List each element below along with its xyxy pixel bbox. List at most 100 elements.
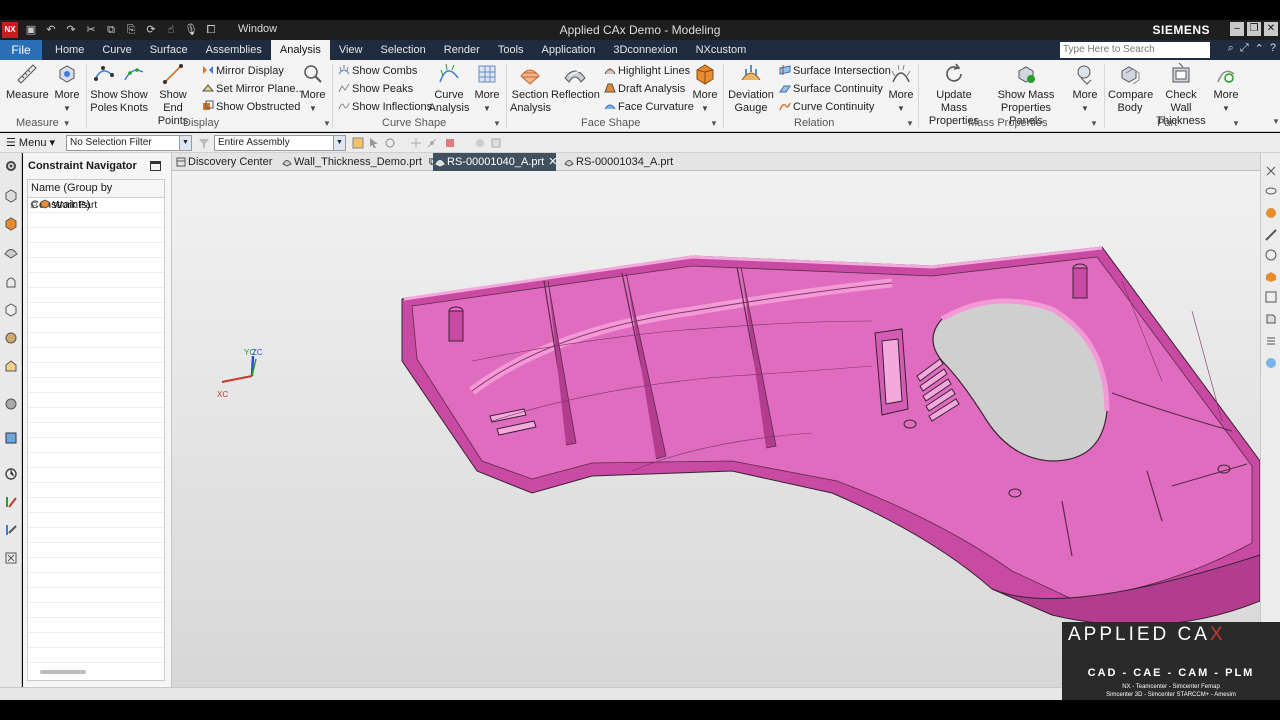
tab-3dconnexion[interactable]: 3Dconnexion — [604, 40, 686, 60]
group-part-dropdown[interactable]: ▼ — [1228, 117, 1240, 129]
system-scenes-icon[interactable] — [4, 467, 18, 481]
group-measure[interactable]: Measure ▼ — [16, 117, 71, 129]
display-more-button[interactable]: More ▼ — [298, 62, 328, 115]
relation-more-button[interactable]: More ▼ — [886, 62, 916, 115]
navigator-column-header[interactable]: Name (Group by Constraints) — [28, 180, 164, 211]
reflection-button[interactable]: Reflection — [551, 62, 600, 102]
menu-button[interactable]: ☰ Menu ▾ — [6, 136, 55, 149]
palette-icon[interactable] — [4, 495, 18, 509]
cut-icon[interactable]: ✂ — [84, 23, 98, 37]
save-icon[interactable]: ▣ — [24, 23, 38, 37]
microphone-icon[interactable]: 🎙 — [184, 23, 198, 37]
draft-analysis-button[interactable]: Draft Analysis — [604, 80, 685, 98]
nx-logo-icon[interactable]: NX — [2, 22, 18, 38]
constraint-navigator-icon[interactable] — [4, 217, 18, 231]
roles-icon[interactable] — [4, 431, 18, 445]
reflection-view-icon[interactable] — [1265, 357, 1277, 369]
group-curve-shape-dropdown[interactable]: ▼ — [489, 117, 501, 129]
tab-discovery-center[interactable]: Discovery Center — [174, 153, 272, 171]
tab-surface[interactable]: Surface — [141, 40, 197, 60]
compare-body-button[interactable]: Compare Body — [1108, 62, 1153, 115]
view-settings-icon[interactable] — [490, 137, 502, 149]
filter-icon[interactable] — [198, 137, 210, 149]
measure-more-button[interactable]: More ▼ — [52, 62, 82, 115]
show-hide-icon[interactable] — [474, 137, 486, 149]
shaded-icon[interactable] — [1265, 207, 1277, 219]
group-curve-shape[interactable]: Curve Shape — [382, 117, 446, 129]
expand-toggle-icon[interactable]: ⊟ — [30, 200, 40, 210]
tab-assemblies[interactable]: Assemblies — [197, 40, 271, 60]
assembly-navigator-icon[interactable] — [4, 189, 18, 203]
curve-shape-more-button[interactable]: More ▼ — [472, 62, 502, 115]
select-icon[interactable] — [368, 137, 380, 149]
tab-rs-00001040[interactable]: RS-00001040_A.prt ✕ — [433, 153, 557, 171]
group-mass-dropdown[interactable]: ▼ — [1086, 117, 1098, 129]
restore-button[interactable]: ❐ — [1247, 22, 1261, 36]
selection-scope-dropdown[interactable]: Entire Assembly ▼ — [214, 135, 346, 151]
settings-icon[interactable] — [4, 159, 18, 173]
navigator-scrollbar[interactable] — [40, 670, 86, 674]
tab-tools[interactable]: Tools — [489, 40, 533, 60]
tab-wall-thickness-demo[interactable]: Wall_Thickness_Demo.prt ⧉ — [280, 153, 437, 171]
minimize-button[interactable]: – — [1230, 22, 1244, 36]
section-analysis-button[interactable]: Section Analysis — [510, 62, 551, 115]
analysis-tools-icon[interactable] — [4, 523, 18, 537]
hide-icon[interactable] — [1265, 185, 1277, 197]
face-shape-more-button[interactable]: More ▼ — [690, 62, 720, 115]
group-relation[interactable]: Relation — [794, 117, 834, 129]
tab-view[interactable]: View — [330, 40, 372, 60]
selection-priority-icon[interactable] — [444, 137, 456, 149]
show-peaks-button[interactable]: Show Peaks — [338, 80, 413, 98]
part-navigator-icon[interactable] — [4, 245, 18, 259]
point-snap-icon[interactable] — [426, 137, 438, 149]
close-button[interactable]: ✕ — [1264, 22, 1278, 36]
undo-icon[interactable]: ↶ — [44, 23, 58, 37]
snap-options-icon[interactable] — [410, 137, 422, 149]
tab-home[interactable]: Home — [46, 40, 93, 60]
help-icon[interactable]: ? — [1270, 42, 1276, 55]
tab-analysis[interactable]: Analysis — [270, 40, 330, 60]
mirror-display-button[interactable]: Mirror Display — [202, 62, 284, 80]
show-poles-button[interactable]: Show Poles — [88, 62, 120, 115]
measure-tool-icon[interactable] — [1265, 229, 1277, 241]
show-inflections-button[interactable]: Show Inflections — [338, 98, 432, 116]
surface-continuity-button[interactable]: Surface Continuity — [779, 80, 883, 98]
process-studio-icon[interactable] — [4, 397, 18, 411]
deviation-gauge-button[interactable]: Deviation Gauge — [727, 62, 775, 115]
repeat-command-icon[interactable]: ⟳ — [144, 23, 158, 37]
properties-icon[interactable] — [1265, 335, 1277, 347]
graphics-window[interactable]: YC ZC XC — [172, 171, 1260, 687]
group-display[interactable]: Display — [183, 117, 219, 129]
file-menu-button[interactable]: File — [0, 40, 42, 60]
group-face-shape[interactable]: Face Shape — [581, 117, 640, 129]
pin-panel-icon[interactable] — [150, 161, 161, 171]
curve-analysis-button[interactable]: Curve Analysis — [428, 62, 470, 115]
show-knots-button[interactable]: Show Knots — [119, 62, 149, 115]
tab-nxcustom[interactable]: NXcustom — [687, 40, 756, 60]
tab-curve[interactable]: Curve — [93, 40, 140, 60]
window-menu[interactable]: Window — [238, 23, 277, 35]
close-tab-icon[interactable]: ✕ — [548, 156, 557, 168]
group-face-shape-dropdown[interactable]: ▼ — [706, 117, 718, 129]
snap-view-icon[interactable] — [1265, 165, 1277, 177]
cursor-location-icon[interactable] — [384, 137, 396, 149]
measure-button[interactable]: Measure — [6, 62, 49, 102]
set-mirror-plane-button[interactable]: Set Mirror Plane... — [202, 80, 305, 98]
material-icon[interactable] — [1265, 271, 1277, 283]
touch-mode-icon[interactable]: ☝ — [164, 23, 178, 37]
part-model[interactable] — [172, 171, 1260, 687]
history-panel-icon[interactable] — [1265, 313, 1277, 325]
redo-icon[interactable]: ↷ — [64, 23, 78, 37]
group-display-dropdown[interactable]: ▼ — [319, 117, 331, 129]
history-icon[interactable] — [4, 359, 18, 373]
mass-properties-more-button[interactable]: More ▼ — [1070, 62, 1100, 115]
command-search-input[interactable]: Type Here to Search — [1060, 42, 1210, 58]
face-curvature-button[interactable]: Face Curvature — [604, 98, 694, 116]
show-obstructed-button[interactable]: Show Obstructed — [202, 98, 300, 116]
hd3d-tools-icon[interactable] — [4, 303, 18, 317]
paste-icon[interactable]: ⎘ — [124, 23, 138, 37]
tab-application[interactable]: Application — [533, 40, 605, 60]
curve-continuity-button[interactable]: Curve Continuity — [779, 98, 874, 116]
tree-node-work-part[interactable]: ⊟ Work Part — [28, 198, 164, 213]
surface-intersection-button[interactable]: Surface Intersection — [779, 62, 891, 80]
